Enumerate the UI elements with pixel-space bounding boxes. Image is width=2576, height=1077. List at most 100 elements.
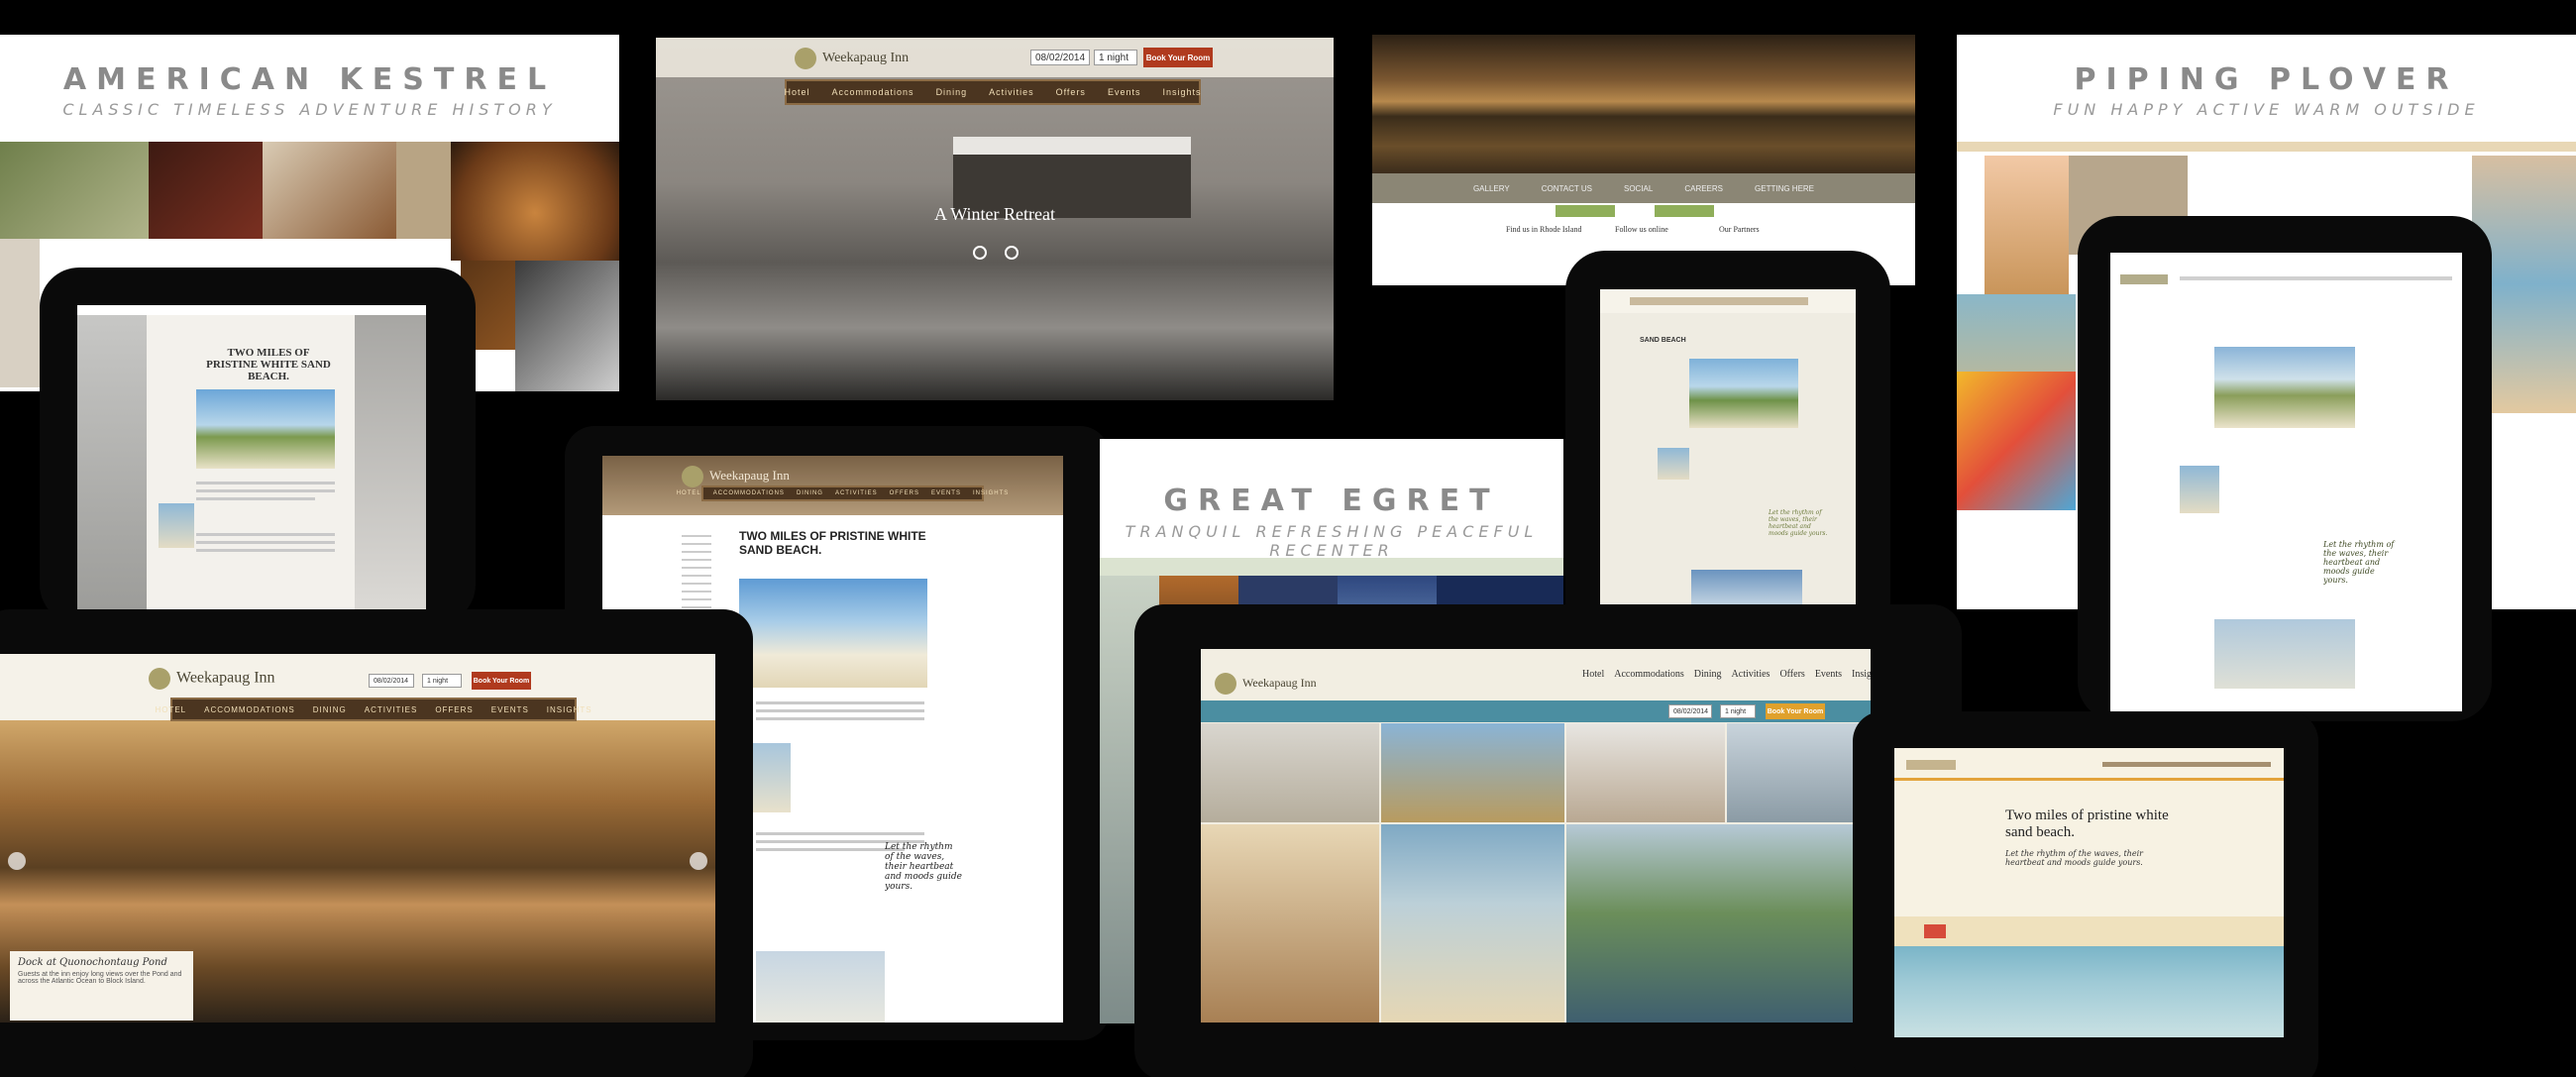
mini-nav bbox=[1630, 297, 1808, 305]
nav-hotel[interactable]: HOTEL bbox=[677, 490, 701, 496]
nav-dining[interactable]: DINING bbox=[797, 490, 823, 496]
logo-text: Weekapaug Inn bbox=[176, 669, 275, 687]
logo-text: Weekapaug Inn bbox=[709, 467, 790, 483]
inn-logo[interactable]: Weekapaug Inn bbox=[1215, 673, 1317, 695]
footer-partners: Our Partners bbox=[1719, 225, 1760, 234]
nav-insights[interactable]: Insights bbox=[1852, 669, 1871, 680]
gallery-photo bbox=[1727, 723, 1871, 822]
book-room-button[interactable]: Book Your Room bbox=[472, 672, 531, 690]
footer-link-contact[interactable]: CONTACT US bbox=[1542, 184, 1592, 193]
board-words: CLASSIC TIMELESS ADVENTURE HISTORY bbox=[62, 100, 557, 119]
main-nav: HOTEL ACCOMMODATIONS DINING ACTIVITIES O… bbox=[155, 698, 591, 721]
caption-desc: Guests at the inn enjoy long views over … bbox=[18, 971, 182, 985]
date-field[interactable]: 08/02/2014 bbox=[1668, 704, 1712, 718]
nav-accommodations[interactable]: Accommodations bbox=[832, 87, 914, 97]
footer-link-gallery[interactable]: GALLERY bbox=[1473, 184, 1510, 193]
logo-mark-icon bbox=[682, 466, 703, 487]
text-line bbox=[196, 541, 335, 544]
logo-mark-icon bbox=[795, 48, 816, 69]
nav-dining[interactable]: Dining bbox=[936, 87, 968, 97]
nav-events[interactable]: Events bbox=[1108, 87, 1141, 97]
text-line bbox=[756, 848, 905, 851]
nights-select[interactable]: 1 night bbox=[1094, 50, 1137, 65]
nav-hotel[interactable]: Hotel bbox=[785, 87, 810, 97]
footer-link-social[interactable]: SOCIAL bbox=[1624, 184, 1653, 193]
nav-offers[interactable]: Offers bbox=[1779, 669, 1804, 680]
nights-select[interactable]: 1 night bbox=[422, 674, 462, 688]
nav-activities[interactable]: ACTIVITIES bbox=[835, 490, 878, 496]
nav-events[interactable]: EVENTS bbox=[491, 705, 529, 714]
nav-events[interactable]: EVENTS bbox=[931, 490, 961, 496]
hero-icon-left[interactable] bbox=[973, 246, 987, 260]
nav-hotel[interactable]: HOTEL bbox=[155, 705, 186, 714]
green-button[interactable] bbox=[1655, 205, 1714, 217]
text-line bbox=[756, 701, 924, 704]
laptop-screen: Weekapaug Inn 08/02/2014 1 night Book Yo… bbox=[0, 654, 715, 1023]
beach-photo bbox=[196, 389, 335, 469]
laptop-screen: Two miles of pristine white sand beach. … bbox=[1894, 748, 2284, 1037]
book-room-button[interactable]: Book Your Room bbox=[1766, 703, 1825, 719]
nav-dining[interactable]: DINING bbox=[313, 705, 347, 714]
board-words: TRANQUIL REFRESHING PEACEFUL RECENTER bbox=[1125, 522, 1539, 560]
nav-insights[interactable]: INSIGHTS bbox=[547, 705, 592, 714]
nav-offers[interactable]: OFFERS bbox=[890, 490, 919, 496]
nav-hotel[interactable]: Hotel bbox=[1582, 669, 1604, 680]
text-line bbox=[196, 533, 335, 536]
hero-headline: A Winter Retreat bbox=[934, 204, 1055, 224]
main-nav: HOTEL ACCOMMODATIONS DINING ACTIVITIES O… bbox=[677, 485, 1008, 501]
caption-title: Dock at Quonochontaug Pond bbox=[18, 957, 167, 968]
tablet-screen: TWO MILES OF PRISTINE WHITE SAND BEACH. bbox=[77, 305, 426, 614]
quote: Let the rhythm of the waves, their heart… bbox=[2323, 540, 2395, 585]
pond-photo bbox=[1372, 35, 1915, 183]
right-photo bbox=[355, 315, 426, 614]
nav-accommodations[interactable]: ACCOMMODATIONS bbox=[713, 490, 785, 496]
small-beach-photo bbox=[1658, 448, 1689, 480]
nav-activities[interactable]: Activities bbox=[1732, 669, 1771, 680]
text-line bbox=[196, 482, 335, 485]
nav-offers[interactable]: OFFERS bbox=[435, 705, 473, 714]
footer-screen: GALLERY CONTACT US SOCIAL CAREERS GETTIN… bbox=[1372, 35, 1915, 285]
mini-logo[interactable] bbox=[2120, 274, 2168, 284]
prev-arrow-icon[interactable] bbox=[8, 852, 26, 870]
green-button[interactable] bbox=[1556, 205, 1615, 217]
inn-logo[interactable]: Weekapaug Inn bbox=[682, 466, 790, 487]
nav-offers[interactable]: Offers bbox=[1056, 87, 1086, 97]
beach-photo bbox=[2214, 347, 2355, 428]
nav-dining[interactable]: Dining bbox=[1694, 669, 1722, 680]
gallery-photo bbox=[1381, 723, 1564, 822]
nav-events[interactable]: Events bbox=[1815, 669, 1842, 680]
inn-logo[interactable]: Weekapaug Inn bbox=[795, 48, 909, 69]
nav-insights[interactable]: Insights bbox=[1162, 87, 1201, 97]
small-beach-photo bbox=[2180, 466, 2219, 513]
nav-accommodations[interactable]: Accommodations bbox=[1614, 669, 1684, 680]
text-line bbox=[756, 717, 924, 720]
wave-illustration bbox=[1894, 946, 2284, 1037]
sidebar-label: SAND BEACH bbox=[1640, 337, 1686, 344]
nights-select[interactable]: 1 night bbox=[1720, 704, 1756, 718]
next-arrow-icon[interactable] bbox=[690, 852, 707, 870]
hotel-roof bbox=[953, 137, 1191, 155]
footer-link-getting-here[interactable]: GETTING HERE bbox=[1755, 184, 1814, 193]
header-rule bbox=[1894, 778, 2284, 781]
board-words: FUN HAPPY ACTIVE WARM OUTSIDE bbox=[2053, 100, 2480, 119]
inn-logo[interactable]: Weekapaug Inn bbox=[149, 668, 275, 690]
book-room-button[interactable]: Book Your Room bbox=[1143, 48, 1213, 67]
article-headline: Two miles of pristine white sand beach. bbox=[2005, 808, 2169, 840]
nav-activities[interactable]: Activities bbox=[989, 87, 1034, 97]
photo-tile bbox=[149, 142, 263, 239]
winter-screen: Weekapaug Inn 08/02/2014 1 night Book Yo… bbox=[656, 38, 1334, 400]
date-field[interactable]: 08/02/2014 bbox=[1030, 50, 1090, 65]
date-field[interactable]: 08/02/2014 bbox=[369, 674, 414, 688]
nav-activities[interactable]: ACTIVITIES bbox=[365, 705, 418, 714]
photo-tile bbox=[0, 142, 149, 239]
photo-tile bbox=[1985, 156, 2069, 294]
board-title: PIPING PLOVER bbox=[2074, 62, 2459, 97]
nav-insights[interactable]: INSIGHTS bbox=[973, 490, 1009, 496]
footer-links: GALLERY CONTACT US SOCIAL CAREERS GETTIN… bbox=[1372, 173, 1915, 203]
footer-link-careers[interactable]: CAREERS bbox=[1684, 184, 1723, 193]
photo-tile bbox=[515, 261, 619, 391]
nav-accommodations[interactable]: ACCOMMODATIONS bbox=[204, 705, 295, 714]
laptop-screen: Weekapaug Inn Hotel Accommodations Dinin… bbox=[1201, 649, 1871, 1023]
hero-icon-right[interactable] bbox=[1005, 246, 1019, 260]
mini-logo[interactable] bbox=[1906, 760, 1956, 770]
